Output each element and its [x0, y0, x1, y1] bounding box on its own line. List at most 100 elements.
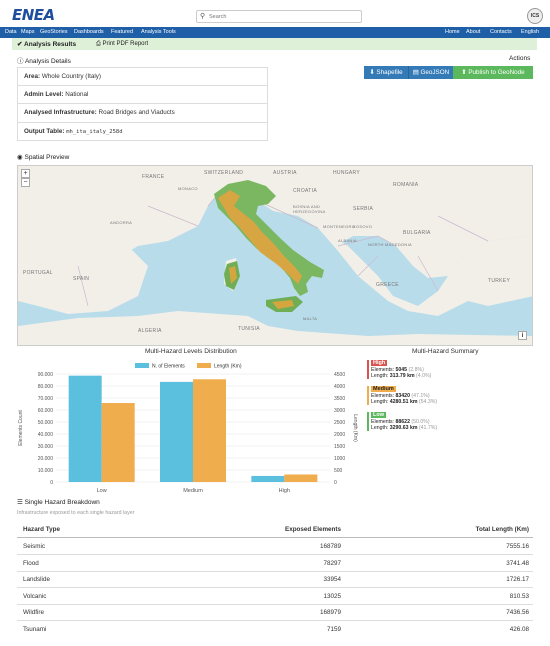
multi-hazard-bar-chart: 0 10.000 20.000 30.000 40.000 50.000 60.000 70.… [18, 363, 358, 494]
legend-swatch [135, 363, 149, 368]
download-geojson-button[interactable]: ▤ GeoJSON [408, 66, 453, 79]
bar-n-of-elements-low [68, 375, 102, 482]
download-shapefile-button[interactable]: ⬇ Shapefile [364, 66, 408, 79]
map-label-monaco: MONACO [178, 186, 198, 191]
map-label-north-macedonia: NORTH MACEDONIA [368, 242, 412, 247]
land-africa [18, 311, 532, 345]
page: ENEA ⚲ ICS Data Maps GeoStories Dashboar… [0, 0, 550, 646]
enea-logo[interactable]: ENEA [12, 6, 55, 24]
analysis-details-heading: ⓘ Analysis Details [17, 58, 71, 65]
map-label-malta: MALTA [303, 316, 318, 321]
main-navbar: Data Maps GeoStories Dashboards Featured… [0, 27, 550, 38]
bar-n-of-elements-medium [160, 381, 193, 482]
search-icon: ⚲ [200, 13, 206, 20]
analysis-results-title: ✔ Analysis Results [17, 41, 77, 48]
y2-tick-label: 3500 [334, 396, 345, 402]
single-hazard-subtitle: Infrastructure exposed to each single ha… [17, 510, 135, 516]
map-label-albania: ALBANIA [338, 238, 357, 243]
y2-tick-label: 4000 [334, 384, 345, 390]
globe-icon: ◉ [17, 154, 23, 161]
y-tick-label: 0 [50, 480, 53, 486]
list-icon: ☰ [17, 499, 23, 506]
map-label-spain: SPAIN [73, 276, 90, 282]
y2-tick-label: 2500 [334, 420, 345, 426]
map-label-hungary: HUNGARY [333, 170, 361, 176]
nav-item-maps[interactable]: Maps [21, 29, 34, 35]
map-label-portugal: PORTUGAL [23, 270, 53, 276]
download-icon: ⬇ [369, 69, 375, 76]
y2-axis-label: Length (Km) [352, 414, 358, 442]
nav-item-language[interactable]: English [521, 29, 539, 35]
legend-label: Length (Km) [214, 364, 242, 370]
check-circle-icon: ✔ [17, 41, 23, 48]
nav-item-featured[interactable]: Featured [111, 29, 133, 35]
table-row: Flood 78297 3741.48 [17, 555, 533, 572]
y-tick-label: 40.000 [38, 432, 54, 438]
map-label-turkey: TURKEY [488, 278, 511, 284]
y2-tick-label: 0 [334, 480, 337, 486]
summary-low: Low Elements: 88622 (50.0%) Length: 3290… [367, 412, 450, 431]
nav-item-dashboards[interactable]: Dashboards [74, 29, 104, 35]
y-tick-label: 10.000 [38, 468, 54, 474]
account-avatar[interactable]: ICS [527, 8, 543, 24]
detail-row-area: Area: Whole Country (Italy) [18, 68, 267, 86]
info-circle-icon: ⓘ [17, 58, 24, 65]
table-row: Tsunami 7159 426.08 [23, 625, 529, 633]
zoom-in-button[interactable]: + [21, 169, 30, 178]
nav-item-about[interactable]: About [466, 29, 480, 35]
y-tick-label: 90.000 [38, 372, 54, 378]
summary-low-badge: Low [371, 412, 386, 418]
bar-n-of-elements-high [251, 475, 285, 482]
map-basemap [18, 166, 532, 345]
nav-item-geostories[interactable]: GeoStories [40, 29, 68, 35]
nav-item-contacts[interactable]: Contacts [490, 29, 512, 35]
nav-item-data[interactable]: Data [5, 29, 17, 35]
spatial-preview-heading: ◉ Spatial Preview [17, 154, 70, 161]
analysis-results-bar: ✔ Analysis Results ⎙ Print PDF Report [12, 38, 537, 50]
search-input[interactable] [209, 12, 359, 22]
table-row: Wildfire 168979 7436.56 [17, 604, 533, 621]
nav-item-analysis-tools[interactable]: Analysis Tools [141, 29, 176, 35]
table-row: Volcanic 13025 810.53 [17, 588, 533, 605]
detail-row-admin-level: Admin Level: National [18, 86, 267, 104]
map-label-romania: ROMANIA [393, 182, 419, 188]
top-header: ENEA ⚲ ICS [0, 0, 550, 26]
zoom-out-button[interactable]: − [21, 178, 30, 187]
actions-label: Actions [509, 55, 531, 62]
map-label-montenegro: MONTENEGRO [323, 224, 356, 229]
summary-medium: Medium Elements: 83420 (47.1%) Length: 4… [367, 386, 450, 405]
detail-row-output-table: Output Table: mh_ita_italy_258d [24, 128, 123, 135]
map-label-andorra: ANDORRA [110, 220, 133, 225]
legend-label: N. of Elements [152, 364, 185, 370]
detail-row-infrastructure: Analysed Infrastructure: Road Bridges an… [18, 104, 267, 123]
spatial-preview-map[interactable]: + − i FRANCE SWITZERLAND AUSTRIA HUNGARY… [17, 165, 533, 346]
summary-title: Multi-Hazard Summary [412, 348, 479, 355]
map-label-tunisia: TUNISIA [238, 326, 260, 332]
nav-item-home[interactable]: Home [445, 29, 460, 35]
bar-length-km--low [101, 403, 135, 482]
legend-swatch [197, 363, 211, 368]
publish-geonode-button[interactable]: ⬆ Publish to GeoNode [453, 66, 533, 79]
map-attribution-button[interactable]: i [518, 331, 527, 340]
summary-high: High Elements: 5045 (2.8%) Length: 313.7… [367, 360, 450, 379]
map-label-bosnia: BOSNIA AND HERZEGOVINA [293, 204, 326, 214]
y-tick-label: 20.000 [38, 456, 54, 462]
x-tick-label: Medium [183, 488, 203, 494]
summary-high-badge: High [371, 360, 388, 366]
upload-icon: ⬆ [461, 69, 467, 76]
search-box[interactable]: ⚲ [196, 10, 362, 23]
analysis-details-table: Area: Whole Country (Italy) Admin Level:… [17, 67, 268, 141]
y-tick-label: 80.000 [38, 384, 54, 390]
map-label-serbia: SERBIA [353, 206, 374, 212]
printer-icon: ⎙ [96, 40, 101, 47]
y2-tick-label: 1000 [334, 456, 345, 462]
y2-tick-label: 500 [334, 468, 343, 474]
map-label-austria: AUSTRIA [273, 170, 297, 176]
y-tick-label: 60.000 [38, 408, 54, 414]
y-tick-label: 30.000 [38, 444, 54, 450]
bar-length-km--high [284, 474, 318, 482]
print-pdf-button[interactable]: ⎙ Print PDF Report [96, 41, 148, 48]
file-icon: ▤ [412, 69, 419, 76]
y-axis-label: Elements Count [18, 410, 24, 446]
table-header: Hazard Type Exposed Elements Total Lengt… [17, 521, 533, 538]
